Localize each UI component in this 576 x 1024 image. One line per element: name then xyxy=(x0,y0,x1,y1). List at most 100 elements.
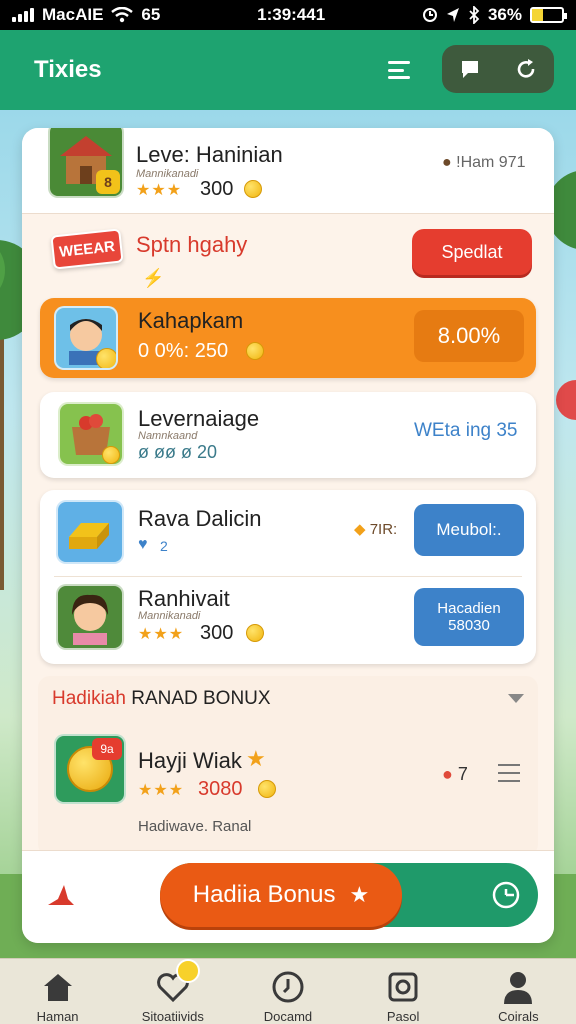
location-icon xyxy=(446,8,459,22)
coin-icon xyxy=(258,780,276,798)
status-misc: 65 xyxy=(141,5,161,24)
item-stats: ø øø ø 20 xyxy=(138,442,218,462)
fire-icon: ● xyxy=(442,764,453,784)
heart-icon: ♥ xyxy=(138,536,148,553)
main-card: 8 Leve: Haninian Mannikanadi ★★★ 300 ● !… xyxy=(22,128,554,943)
timer-icon[interactable] xyxy=(492,881,520,909)
hat-icon[interactable] xyxy=(46,883,76,909)
home-icon xyxy=(40,969,76,1005)
item-title: Kahapkam xyxy=(138,308,244,333)
item-mid-info: ◆ 7IR: xyxy=(354,520,397,538)
carrier-label: MacAIE xyxy=(42,5,104,24)
item-score: 300 xyxy=(200,622,234,644)
item-title: Levernaiage xyxy=(138,406,260,431)
app-header: Tixies xyxy=(0,30,576,110)
item-value-button[interactable]: 8.00% xyxy=(414,310,524,362)
star-icon: ★ xyxy=(349,882,370,907)
item-title: Ranhivait xyxy=(138,586,230,611)
item-badge: 9a xyxy=(92,738,122,760)
clock-icon xyxy=(270,969,306,1005)
promo-title: Sptn hgahy xyxy=(136,232,248,257)
signal-icon xyxy=(12,8,34,22)
item-hearts-count: 2 xyxy=(160,538,168,554)
battery-icon xyxy=(530,7,567,23)
level-right-text: !Ham 971 xyxy=(456,154,526,171)
item-group-card: Rava Dalicin ♥ 2 ◆ 7IR: Meubol:. Ranhiva… xyxy=(40,490,536,664)
menu-button[interactable] xyxy=(388,58,414,82)
nav-label: Haman xyxy=(36,1009,79,1024)
item-action-button[interactable]: Meubol:. xyxy=(414,504,524,556)
house-thumbnail: 8 xyxy=(48,128,124,198)
bluetooth-icon xyxy=(469,6,480,24)
bonus-header: Hadikiah RANAD BONUX xyxy=(52,688,271,710)
bottom-nav: Haman Sitoatiivids Docamd Pasol Coirals xyxy=(0,958,576,1024)
bonus-button-label: Hadiia Bonus xyxy=(192,881,336,908)
bottom-action-strip: Hadiia Bonus ★ xyxy=(22,850,554,943)
status-time: 1:39:441 xyxy=(257,5,326,24)
bonus-button[interactable]: Hadiia Bonus ★ xyxy=(160,863,402,927)
item-title: Rava Dalicin xyxy=(138,506,262,531)
bonus-header-black: RANAD BONUX xyxy=(131,688,271,709)
bonus-header-red: Hadikiah xyxy=(52,688,126,709)
item-action-button[interactable]: Hacadien 58030 xyxy=(414,588,524,646)
list-menu-icon[interactable] xyxy=(498,764,520,782)
notification-badge xyxy=(175,959,200,983)
item-mid-text: 7IR: xyxy=(369,521,398,538)
app-title: Tixies xyxy=(34,56,102,83)
item-stars: ★★★ xyxy=(138,626,185,643)
pin-icon: ● xyxy=(442,154,452,171)
nav-item-activities[interactable]: Sitoatiivids xyxy=(118,959,228,1024)
featured-item-row[interactable]: Kahapkam 0 0%: 250 8.00% xyxy=(40,298,536,378)
nav-label: Sitoatiivids xyxy=(141,1009,204,1024)
divider xyxy=(54,576,522,577)
item-row[interactable]: Levernaiage Namnkaand ø øø ø 20 WEta ing… xyxy=(40,392,536,478)
alarm-icon xyxy=(422,8,437,22)
level-number-badge: 8 xyxy=(96,170,120,194)
bonus-item-stars: ★★★ xyxy=(138,782,185,799)
special-button[interactable]: Spedlat xyxy=(412,229,532,275)
bonus-item-footer: Hadiwave. Ranal xyxy=(138,818,252,835)
nav-item-docamd[interactable]: Docamd xyxy=(233,959,343,1024)
gold-coin-thumbnail: 9a xyxy=(54,734,126,804)
chat-icon[interactable] xyxy=(457,56,483,82)
person-icon xyxy=(500,969,536,1005)
button-line-2: 58030 xyxy=(448,617,490,634)
level-row[interactable]: 8 Leve: Haninian Mannikanadi ★★★ 300 ● !… xyxy=(22,128,554,214)
button-line-1: Hacadien xyxy=(437,600,501,617)
refresh-icon[interactable] xyxy=(513,56,539,82)
nav-label: Docamd xyxy=(263,1009,313,1024)
bonus-section: Hadikiah RANAD BONUX 9a Hayji Wiak ★ ★★★… xyxy=(38,676,538,856)
bonus-item-title: Hayji Wiak xyxy=(138,748,242,773)
nav-label: Pasol xyxy=(386,1009,420,1024)
nav-item-coirals[interactable]: Coirals xyxy=(463,959,573,1024)
wifi-icon xyxy=(111,7,134,23)
nav-label: Coirals xyxy=(498,1009,539,1024)
level-score: 300 xyxy=(200,178,234,200)
bonus-item-score: 3080 xyxy=(198,778,243,800)
flame-icon: ◆ xyxy=(354,521,366,538)
item-subtitle: Mannikanadi xyxy=(138,610,201,622)
girl-avatar xyxy=(56,584,124,650)
square-icon xyxy=(385,969,421,1005)
gold-bar-thumbnail xyxy=(56,500,124,564)
level-stars: ★★★ xyxy=(136,182,183,199)
coin-icon xyxy=(244,180,262,198)
chevron-down-icon[interactable] xyxy=(508,694,524,703)
star-icon: ★ xyxy=(246,746,266,771)
coin-icon xyxy=(246,342,264,360)
coin-icon xyxy=(102,446,120,464)
level-right-info: ● !Ham 971 xyxy=(442,154,526,172)
coin-icon xyxy=(246,624,264,642)
bonus-item-count-wrap: ● 7 xyxy=(442,764,468,785)
battery-percent: 36% xyxy=(487,5,522,24)
header-action-pill xyxy=(442,45,554,93)
item-subtitle: Namnkaand xyxy=(138,430,198,442)
item-stats: 0 0%: 250 xyxy=(138,340,229,362)
nav-item-pasol[interactable]: Pasol xyxy=(348,959,458,1024)
lightning-icon: ⚡ xyxy=(142,268,165,288)
level-title: Leve: Haninian xyxy=(136,142,283,167)
nav-item-home[interactable]: Haman xyxy=(3,959,113,1024)
level-subtitle: Mannikanadi xyxy=(136,168,199,180)
promo-badge: WEEAR xyxy=(50,228,124,270)
bonus-item-count: 7 xyxy=(457,764,468,784)
